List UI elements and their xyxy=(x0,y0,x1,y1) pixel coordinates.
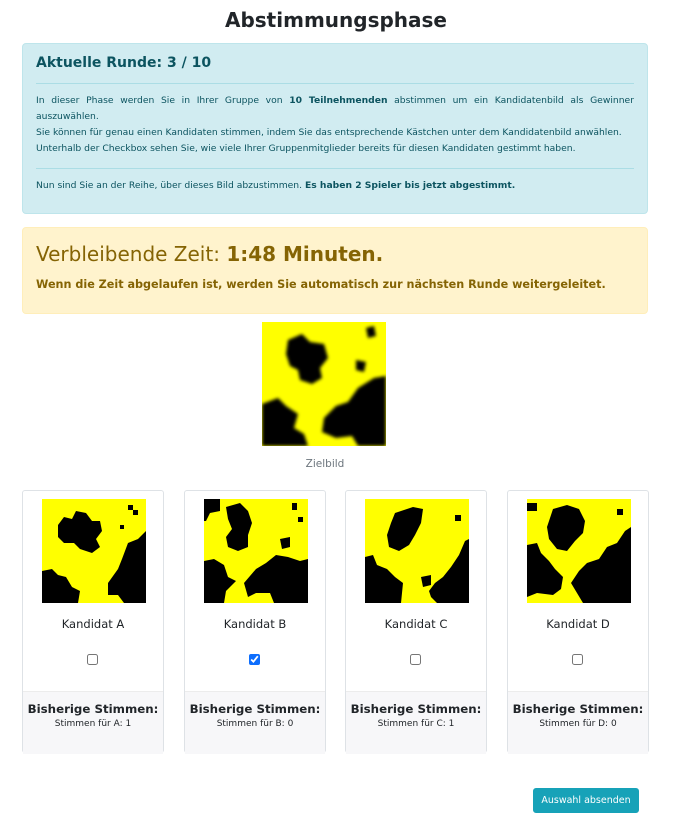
votes-count: Stimmen für D: 0 xyxy=(539,719,617,729)
submit-button[interactable]: Auswahl absenden xyxy=(533,788,639,813)
candidate-d-checkbox[interactable] xyxy=(572,654,583,665)
turn-text: Nun sind Sie an der Reihe, über dieses B… xyxy=(36,178,634,194)
candidate-b-checkbox[interactable] xyxy=(249,654,260,665)
timer-value: 1:48 Minuten. xyxy=(226,242,384,266)
timer-heading: Verbleibende Zeit: 1:48 Minuten. xyxy=(36,240,634,268)
page-title: Abstimmungsphase xyxy=(224,8,447,32)
candidate-votes-footer: Bisherige Stimmen: Stimmen für D: 0 xyxy=(508,691,648,754)
candidate-name: Kandidat D xyxy=(546,617,610,631)
instructions-text: In dieser Phase werden Sie in Ihrer Grup… xyxy=(36,93,634,157)
candidate-image-d xyxy=(527,499,631,603)
candidate-image-c xyxy=(365,499,469,603)
timer-alert: Verbleibende Zeit: 1:48 Minuten. Wenn di… xyxy=(22,227,648,314)
candidate-name: Kandidat B xyxy=(223,617,287,631)
candidate-image-a xyxy=(42,499,146,603)
target-image xyxy=(262,322,386,446)
instructions-part: In dieser Phase werden Sie in Ihrer Grup… xyxy=(36,95,290,106)
candidate-a-checkbox[interactable] xyxy=(87,654,98,665)
divider xyxy=(36,83,634,84)
target-caption: Zielbild xyxy=(305,458,345,470)
turn-prompt: Nun sind Sie an der Reihe, über dieses B… xyxy=(36,180,305,191)
votes-count: Stimmen für A: 1 xyxy=(54,719,132,729)
instructions-part: Unterhalb der Checkbox sehen Sie, wie vi… xyxy=(36,143,576,154)
candidate-name: Kandidat A xyxy=(61,617,125,631)
votes-count: Stimmen für C: 1 xyxy=(377,719,455,729)
votes-count: Stimmen für B: 0 xyxy=(216,719,294,729)
candidate-card-a: Kandidat A Bisherige Stimmen: Stimmen fü… xyxy=(22,490,164,754)
candidate-name: Kandidat C xyxy=(384,617,448,631)
voted-count-text: Es haben 2 Spieler bis jetzt abgestimmt. xyxy=(304,180,516,191)
candidate-card-c: Kandidat C Bisherige Stimmen: Stimmen fü… xyxy=(345,490,487,754)
votes-heading: Bisherige Stimmen: xyxy=(27,702,159,716)
timer-note: Wenn die Zeit abgelaufen ist, werden Sie… xyxy=(36,278,606,291)
round-heading: Aktuelle Runde: 3 / 10 xyxy=(36,55,212,71)
candidate-votes-footer: Bisherige Stimmen: Stimmen für A: 1 xyxy=(23,691,163,754)
round-info-alert: Aktuelle Runde: 3 / 10 In dieser Phase w… xyxy=(22,43,648,214)
group-size: 10 Teilnehmenden xyxy=(289,95,388,106)
candidate-image-b xyxy=(204,499,308,603)
candidate-card-d: Kandidat D Bisherige Stimmen: Stimmen fü… xyxy=(507,490,649,754)
target-image-pattern xyxy=(262,322,386,446)
votes-heading: Bisherige Stimmen: xyxy=(189,702,321,716)
candidate-votes-footer: Bisherige Stimmen: Stimmen für C: 1 xyxy=(346,691,486,754)
votes-heading: Bisherige Stimmen: xyxy=(350,702,482,716)
votes-heading: Bisherige Stimmen: xyxy=(512,702,644,716)
divider xyxy=(36,168,634,169)
candidate-c-checkbox[interactable] xyxy=(410,654,421,665)
timer-label: Verbleibende Zeit: xyxy=(36,242,227,266)
candidate-card-b: Kandidat B Bisherige Stimmen: Stimmen fü… xyxy=(184,490,326,754)
candidate-votes-footer: Bisherige Stimmen: Stimmen für B: 0 xyxy=(185,691,325,754)
instructions-part: Sie können für genau einen Kandidaten st… xyxy=(36,127,622,138)
